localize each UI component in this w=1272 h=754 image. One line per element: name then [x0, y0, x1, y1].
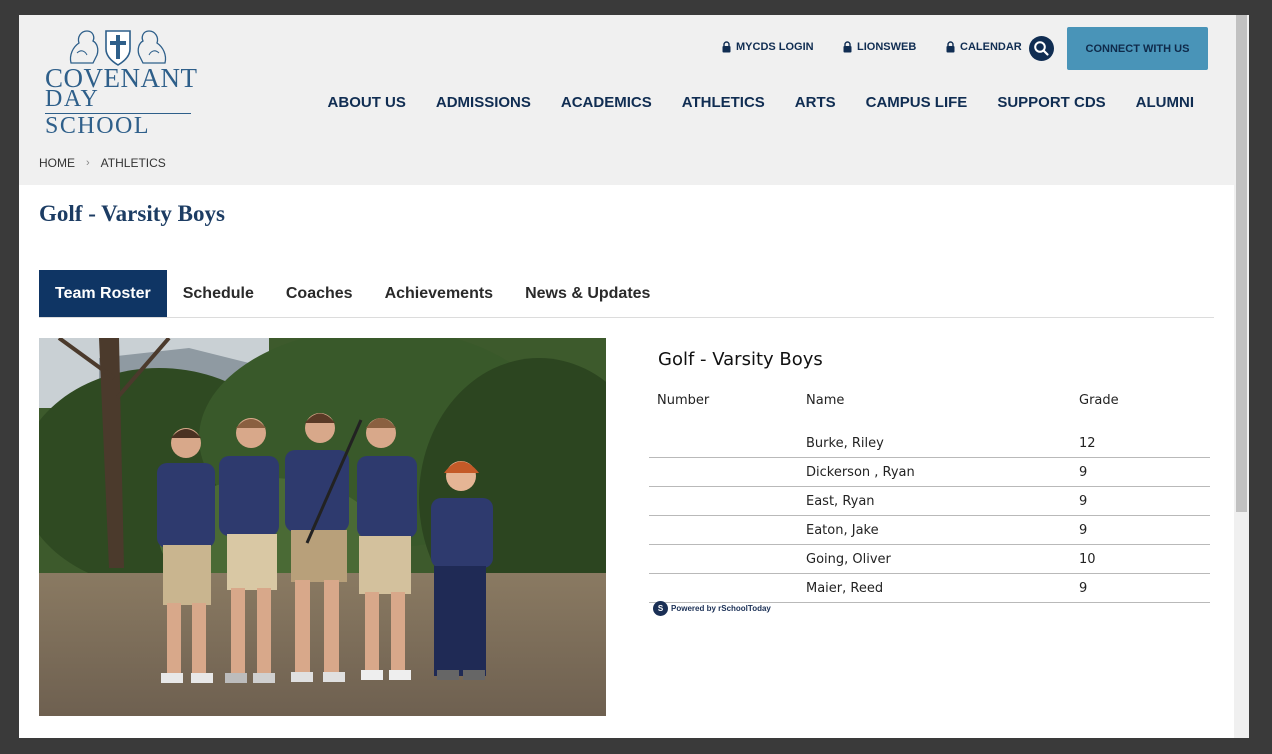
- vertical-scrollbar[interactable]: [1234, 15, 1249, 738]
- lock-icon: [722, 41, 731, 53]
- utility-link-label: LIONSWEB: [857, 41, 917, 53]
- site-header: COVENANT DAY SCHOOL MYCDS LOGIN LIONSWEB…: [19, 15, 1234, 185]
- tab-bar: Team Roster Schedule Coaches Achievement…: [39, 270, 1214, 318]
- table-row: Maier, Reed 9: [649, 574, 1210, 603]
- utility-link-label: CALENDAR: [960, 41, 1022, 53]
- cell-name: East, Ryan: [806, 494, 875, 509]
- utility-link-lionsweb[interactable]: LIONSWEB: [843, 41, 916, 53]
- chevron-right-icon: ›: [86, 157, 90, 169]
- scrollbar-thumb[interactable]: [1236, 15, 1247, 512]
- cell-name: Burke, Riley: [806, 436, 884, 451]
- cell-name: Maier, Reed: [806, 581, 884, 596]
- nav-item-about-us[interactable]: ABOUT US: [328, 94, 406, 111]
- search-icon: [1034, 41, 1049, 56]
- nav-item-academics[interactable]: ACADEMICS: [561, 94, 652, 111]
- column-header-number: Number: [657, 393, 710, 408]
- cell-grade: 9: [1079, 523, 1088, 538]
- table-row: Going, Oliver 10: [649, 545, 1210, 574]
- cell-grade: 10: [1079, 552, 1096, 567]
- nav-item-athletics[interactable]: ATHLETICS: [682, 94, 765, 111]
- cell-grade: 9: [1079, 465, 1088, 480]
- cell-grade: 12: [1079, 436, 1096, 451]
- utility-link-calendar[interactable]: CALENDAR: [946, 41, 1022, 53]
- tab-coaches[interactable]: Coaches: [270, 270, 369, 317]
- connect-with-us-button[interactable]: CONNECT WITH US: [1067, 27, 1208, 70]
- cell-grade: 9: [1079, 581, 1088, 596]
- tab-achievements[interactable]: Achievements: [369, 270, 510, 317]
- team-photo: [39, 338, 606, 716]
- roster-title: Golf - Varsity Boys: [658, 349, 823, 370]
- rschooltoday-logo-icon: S: [653, 601, 668, 616]
- powered-by-label: Powered by rSchoolToday: [671, 604, 771, 613]
- tab-news-updates[interactable]: News & Updates: [509, 270, 666, 317]
- breadcrumb-athletics[interactable]: ATHLETICS: [101, 156, 166, 170]
- table-row: East, Ryan 9: [649, 487, 1210, 516]
- nav-item-arts[interactable]: ARTS: [795, 94, 836, 111]
- search-button[interactable]: [1029, 36, 1054, 61]
- powered-by-rschooltoday-link[interactable]: S Powered by rSchoolToday: [653, 601, 771, 616]
- lock-icon: [946, 41, 955, 53]
- table-row: Burke, Riley 12: [649, 429, 1210, 458]
- cell-grade: 9: [1079, 494, 1088, 509]
- table-row: Eaton, Jake 9: [649, 516, 1210, 545]
- tab-team-roster[interactable]: Team Roster: [39, 270, 167, 317]
- utility-link-label: MYCDS LOGIN: [736, 41, 814, 53]
- main-navigation: ABOUT US ADMISSIONS ACADEMICS ATHLETICS …: [328, 94, 1194, 111]
- crest-icon: [69, 30, 167, 66]
- breadcrumb-home[interactable]: HOME: [39, 156, 75, 170]
- lock-icon: [843, 41, 852, 53]
- page-title: Golf - Varsity Boys: [39, 201, 225, 226]
- breadcrumb: HOME › ATHLETICS: [39, 156, 166, 170]
- browser-viewport: COVENANT DAY SCHOOL MYCDS LOGIN LIONSWEB…: [19, 15, 1234, 738]
- column-header-grade: Grade: [1079, 393, 1119, 408]
- tab-schedule[interactable]: Schedule: [167, 270, 270, 317]
- nav-item-alumni[interactable]: ALUMNI: [1136, 94, 1194, 111]
- table-row: Dickerson , Ryan 9: [649, 458, 1210, 487]
- nav-item-admissions[interactable]: ADMISSIONS: [436, 94, 531, 111]
- nav-item-support-cds[interactable]: SUPPORT CDS: [997, 94, 1105, 111]
- school-logo[interactable]: COVENANT DAY SCHOOL: [43, 25, 197, 139]
- cell-name: Going, Oliver: [806, 552, 891, 567]
- nav-item-campus-life[interactable]: CAMPUS LIFE: [866, 94, 968, 111]
- cell-name: Dickerson , Ryan: [806, 465, 915, 480]
- utility-link-mycds-login[interactable]: MYCDS LOGIN: [722, 41, 814, 53]
- roster-header-row: Number Name Grade: [649, 393, 1210, 415]
- column-header-name: Name: [806, 393, 845, 408]
- cell-name: Eaton, Jake: [806, 523, 879, 538]
- logo-rule: [45, 113, 191, 114]
